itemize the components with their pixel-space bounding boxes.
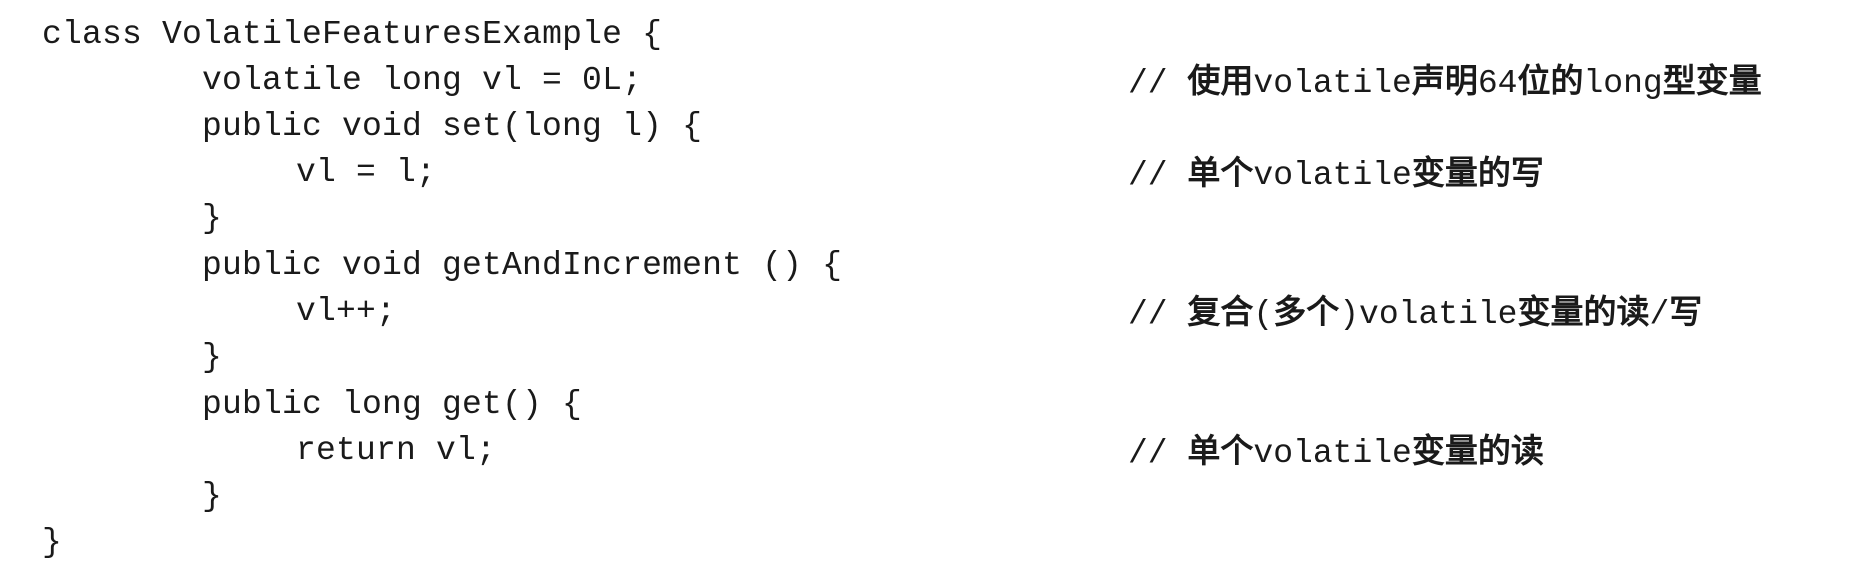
code-line-3: public void set(long l) { <box>0 104 1866 150</box>
code-line-11: } <box>0 474 1866 520</box>
increment-statement: vl++; <box>296 293 397 330</box>
comment-read: // 单个volatile变量的读 <box>1128 431 1544 472</box>
code-line-6: public void getAndIncrement () { <box>0 243 1866 289</box>
code-line-7: vl++; // 复合(多个)volatile变量的读/写 <box>0 289 1866 335</box>
code-line-12: } <box>0 520 1866 566</box>
assignment-statement: vl = l; <box>296 154 437 191</box>
comment-field: // 使用volatile声明64位的long型变量 <box>1128 61 1762 102</box>
comment-write: // 单个volatile变量的写 <box>1128 153 1544 194</box>
closing-brace: } <box>202 478 223 515</box>
comment-compound: // 复合(多个)volatile变量的读/写 <box>1128 292 1703 333</box>
closing-brace: } <box>202 339 223 376</box>
class-closing-brace: } <box>42 524 63 561</box>
code-line-1: class VolatileFeaturesExample { <box>0 12 1866 58</box>
code-line-10: return vl; // 单个volatile变量的读 <box>0 428 1866 474</box>
method-set-signature: public void set(long l) { <box>202 108 703 145</box>
code-line-5: } <box>0 196 1866 242</box>
code-line-2: volatile long vl = 0L; // 使用volatile声明64… <box>0 58 1866 104</box>
class-declaration: class VolatileFeaturesExample { <box>42 16 663 53</box>
code-listing: class VolatileFeaturesExample { volatile… <box>0 0 1866 570</box>
code-line-4: vl = l; // 单个volatile变量的写 <box>0 150 1866 196</box>
method-get-signature: public long get() { <box>202 386 583 423</box>
field-declaration: volatile long vl = 0L; <box>202 62 643 99</box>
return-statement: return vl; <box>296 432 497 469</box>
method-getandincrement-signature: public void getAndIncrement () { <box>202 247 843 284</box>
code-line-9: public long get() { <box>0 382 1866 428</box>
code-line-8: } <box>0 335 1866 381</box>
closing-brace: } <box>202 200 223 237</box>
